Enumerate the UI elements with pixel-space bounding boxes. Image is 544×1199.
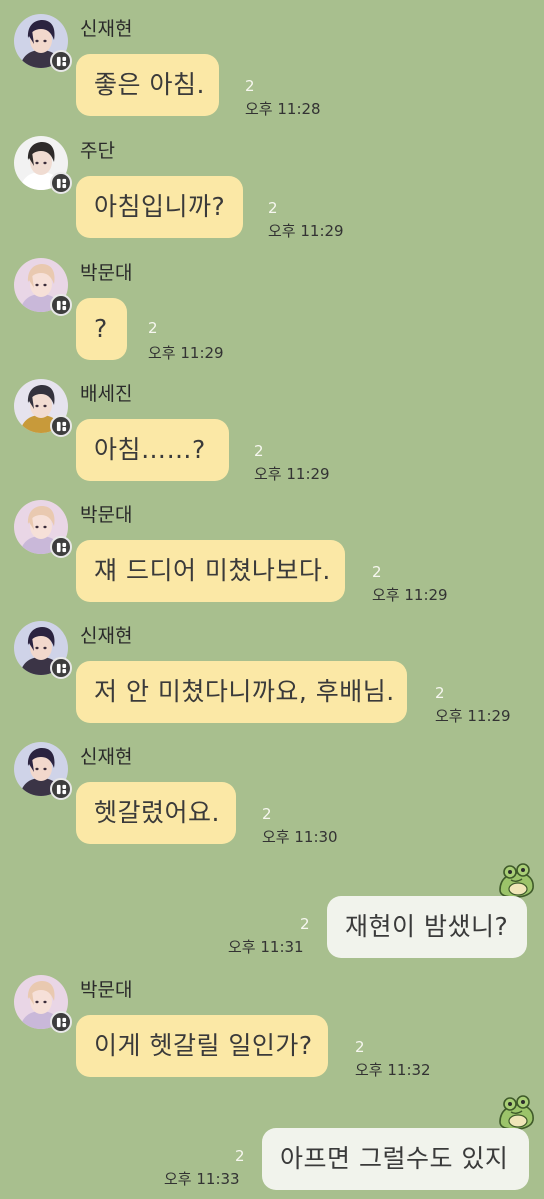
message-bubble[interactable]: 아침……? [76, 419, 229, 481]
message-time: 오후 11:30 [262, 828, 338, 846]
message-time: 오후 11:32 [355, 1061, 431, 1079]
unread-count: 2 [254, 442, 264, 460]
sender-name: 박문대 [80, 979, 133, 1001]
unread-count: 2 [268, 199, 278, 217]
message-bubble[interactable]: 저 안 미쳤다니까요, 후배님. [76, 661, 407, 723]
profile-badge-icon [50, 778, 72, 800]
message-time: 오후 11:29 [148, 344, 224, 362]
message-bubble[interactable]: 재현이 밤샜니? [327, 896, 527, 958]
frog-sticker-icon [496, 860, 536, 900]
profile-badge-icon [50, 657, 72, 679]
sender-name: 신재현 [80, 746, 133, 768]
avatar-jaehyun[interactable] [14, 621, 72, 679]
avatar-moondae[interactable] [14, 975, 72, 1033]
message-bubble[interactable]: 아침입니까? [76, 176, 243, 238]
message-time: 오후 11:29 [268, 222, 344, 240]
unread-count: 2 [300, 915, 310, 933]
sender-name: 배세진 [80, 383, 133, 405]
unread-count: 2 [235, 1147, 245, 1165]
unread-count: 2 [245, 77, 255, 95]
message-bubble[interactable]: 헷갈렸어요. [76, 782, 236, 844]
message-bubble[interactable]: 쟤 드디어 미쳤나보다. [76, 540, 345, 602]
avatar-moondae[interactable] [14, 500, 72, 558]
chat-room[interactable]: 신재현 좋은 아침. 2 오후 11:28 주단 아침입니까? 2 오후 11:29 [0, 0, 544, 1199]
message-bubble[interactable]: 이게 헷갈릴 일인가? [76, 1015, 328, 1077]
message-bubble[interactable]: ? [76, 298, 127, 360]
profile-badge-icon [50, 1011, 72, 1033]
profile-badge-icon [50, 50, 72, 72]
profile-badge-icon [50, 172, 72, 194]
avatar-judan[interactable] [14, 136, 72, 194]
unread-count: 2 [435, 684, 445, 702]
unread-count: 2 [355, 1038, 365, 1056]
avatar-jaehyun[interactable] [14, 14, 72, 72]
message-time: 오후 11:29 [372, 586, 448, 604]
unread-count: 2 [262, 805, 272, 823]
sender-name: 박문대 [80, 504, 133, 526]
avatar-jaehyun[interactable] [14, 742, 72, 800]
sender-name: 주단 [80, 140, 115, 162]
sender-name: 신재현 [80, 18, 133, 40]
profile-badge-icon [50, 294, 72, 316]
message-bubble[interactable]: 아프면 그럴수도 있지 [262, 1128, 529, 1190]
frog-sticker-icon [496, 1092, 536, 1132]
sender-name: 신재현 [80, 625, 133, 647]
unread-count: 2 [372, 563, 382, 581]
message-time: 오후 11:28 [245, 100, 321, 118]
profile-badge-icon [50, 415, 72, 437]
message-time: 오후 11:31 [228, 938, 304, 956]
profile-badge-icon [50, 536, 72, 558]
message-time: 오후 11:33 [164, 1170, 240, 1188]
avatar-moondae[interactable] [14, 258, 72, 316]
message-time: 오후 11:29 [435, 707, 511, 725]
sender-name: 박문대 [80, 262, 133, 284]
avatar-sejin[interactable] [14, 379, 72, 437]
unread-count: 2 [148, 319, 158, 337]
message-time: 오후 11:29 [254, 465, 330, 483]
message-bubble[interactable]: 좋은 아침. [76, 54, 219, 116]
